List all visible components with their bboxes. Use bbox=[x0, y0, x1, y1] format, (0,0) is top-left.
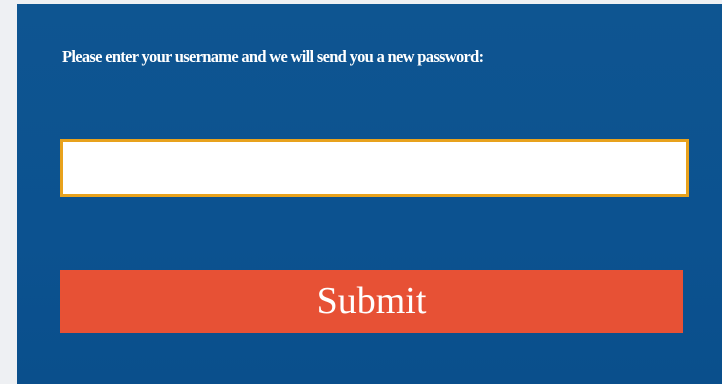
password-reset-panel: Please enter your username and we will s… bbox=[17, 4, 722, 384]
instructions-text: Please enter your username and we will s… bbox=[62, 47, 484, 66]
page: Please enter your username and we will s… bbox=[0, 0, 722, 384]
username-input[interactable] bbox=[60, 139, 689, 197]
submit-button[interactable]: Submit bbox=[60, 270, 683, 333]
